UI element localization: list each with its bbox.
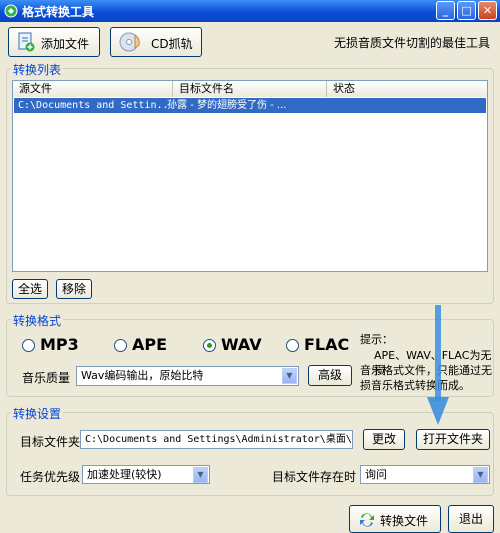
exit-button[interactable]: 退出: [448, 505, 494, 533]
cd-rip-label: CD抓轨: [151, 37, 193, 51]
convert-list-legend: 转换列表: [11, 61, 64, 78]
list-item[interactable]: C:\Documents and Settin... 孙露 - 梦的翅膀受了伤 …: [14, 98, 486, 113]
mp3-radio[interactable]: [22, 339, 35, 352]
quality-label: 音乐质量: [22, 371, 71, 385]
remove-button[interactable]: 移除: [56, 279, 92, 299]
wav-radio[interactable]: [203, 339, 216, 352]
close-button[interactable]: ✕: [478, 1, 497, 20]
app-icon: [4, 4, 18, 18]
chevron-down-icon[interactable]: ▼: [193, 467, 208, 483]
priority-value: 加速处理(较快): [87, 468, 162, 481]
quality-select[interactable]: Wav编码输出，原始比特 ▼: [76, 366, 299, 386]
cd-rip-button[interactable]: CD抓轨: [110, 27, 202, 57]
file-exists-select[interactable]: 询问 ▼: [360, 465, 490, 484]
priority-select[interactable]: 加速处理(较快) ▼: [82, 465, 210, 484]
tip-line-3: 损音乐格式转换而成。: [360, 379, 470, 392]
change-button[interactable]: 更改: [363, 429, 405, 450]
flac-label: FLAC: [304, 335, 350, 354]
ape-label: APE: [132, 335, 168, 354]
column-header-status[interactable]: 状态: [327, 81, 487, 97]
window-title: 格式转换工具: [22, 5, 95, 19]
file-exists-value: 询问: [365, 468, 387, 481]
minimize-button[interactable]: _: [436, 1, 455, 20]
convert-label: 转换文件: [380, 514, 429, 528]
maximize-button[interactable]: □: [457, 1, 476, 20]
add-file-button[interactable]: 添加文件: [8, 27, 100, 57]
cd-icon: [119, 32, 140, 52]
priority-label: 任务优先级: [20, 470, 81, 484]
add-file-icon: [18, 32, 35, 52]
chevron-down-icon[interactable]: ▼: [282, 368, 297, 384]
advanced-button[interactable]: 高级: [308, 365, 352, 386]
mp3-label: MP3: [40, 335, 79, 354]
row-target: 孙露 - 梦的翅膀受了伤 - ...: [167, 100, 287, 111]
chevron-down-icon[interactable]: ▼: [473, 467, 488, 483]
column-header-source[interactable]: 源文件: [13, 81, 173, 97]
file-exists-label: 目标文件存在时: [272, 470, 357, 484]
open-folder-button[interactable]: 打开文件夹: [416, 429, 490, 450]
wav-label: WAV: [221, 335, 262, 354]
settings-legend: 转换设置: [11, 405, 64, 422]
select-all-button[interactable]: 全选: [12, 279, 48, 299]
format-legend: 转换格式: [11, 312, 64, 329]
ape-radio[interactable]: [114, 339, 127, 352]
tip-title: 提示：: [360, 333, 393, 346]
row-source: C:\Documents and Settin...: [18, 100, 175, 111]
target-folder-label: 目标文件夹: [20, 435, 81, 449]
add-file-label: 添加文件: [41, 37, 90, 51]
column-header-target[interactable]: 目标文件名: [173, 81, 327, 97]
convert-icon: [360, 513, 374, 527]
quality-value: Wav编码输出，原始比特: [81, 369, 204, 382]
title-bar[interactable]: 格式转换工具 _ □ ✕: [0, 0, 500, 22]
target-folder-input[interactable]: C:\Documents and Settings\Administrator\…: [80, 430, 353, 449]
convert-button[interactable]: 转换文件: [349, 505, 441, 533]
slogan-text: 无损音质文件切割的最佳工具: [334, 36, 491, 50]
convert-list[interactable]: 源文件 目标文件名 状态 C:\Documents and Settin... …: [12, 80, 488, 272]
pointer-arrow-icon: [427, 305, 449, 425]
flac-radio[interactable]: [286, 339, 299, 352]
